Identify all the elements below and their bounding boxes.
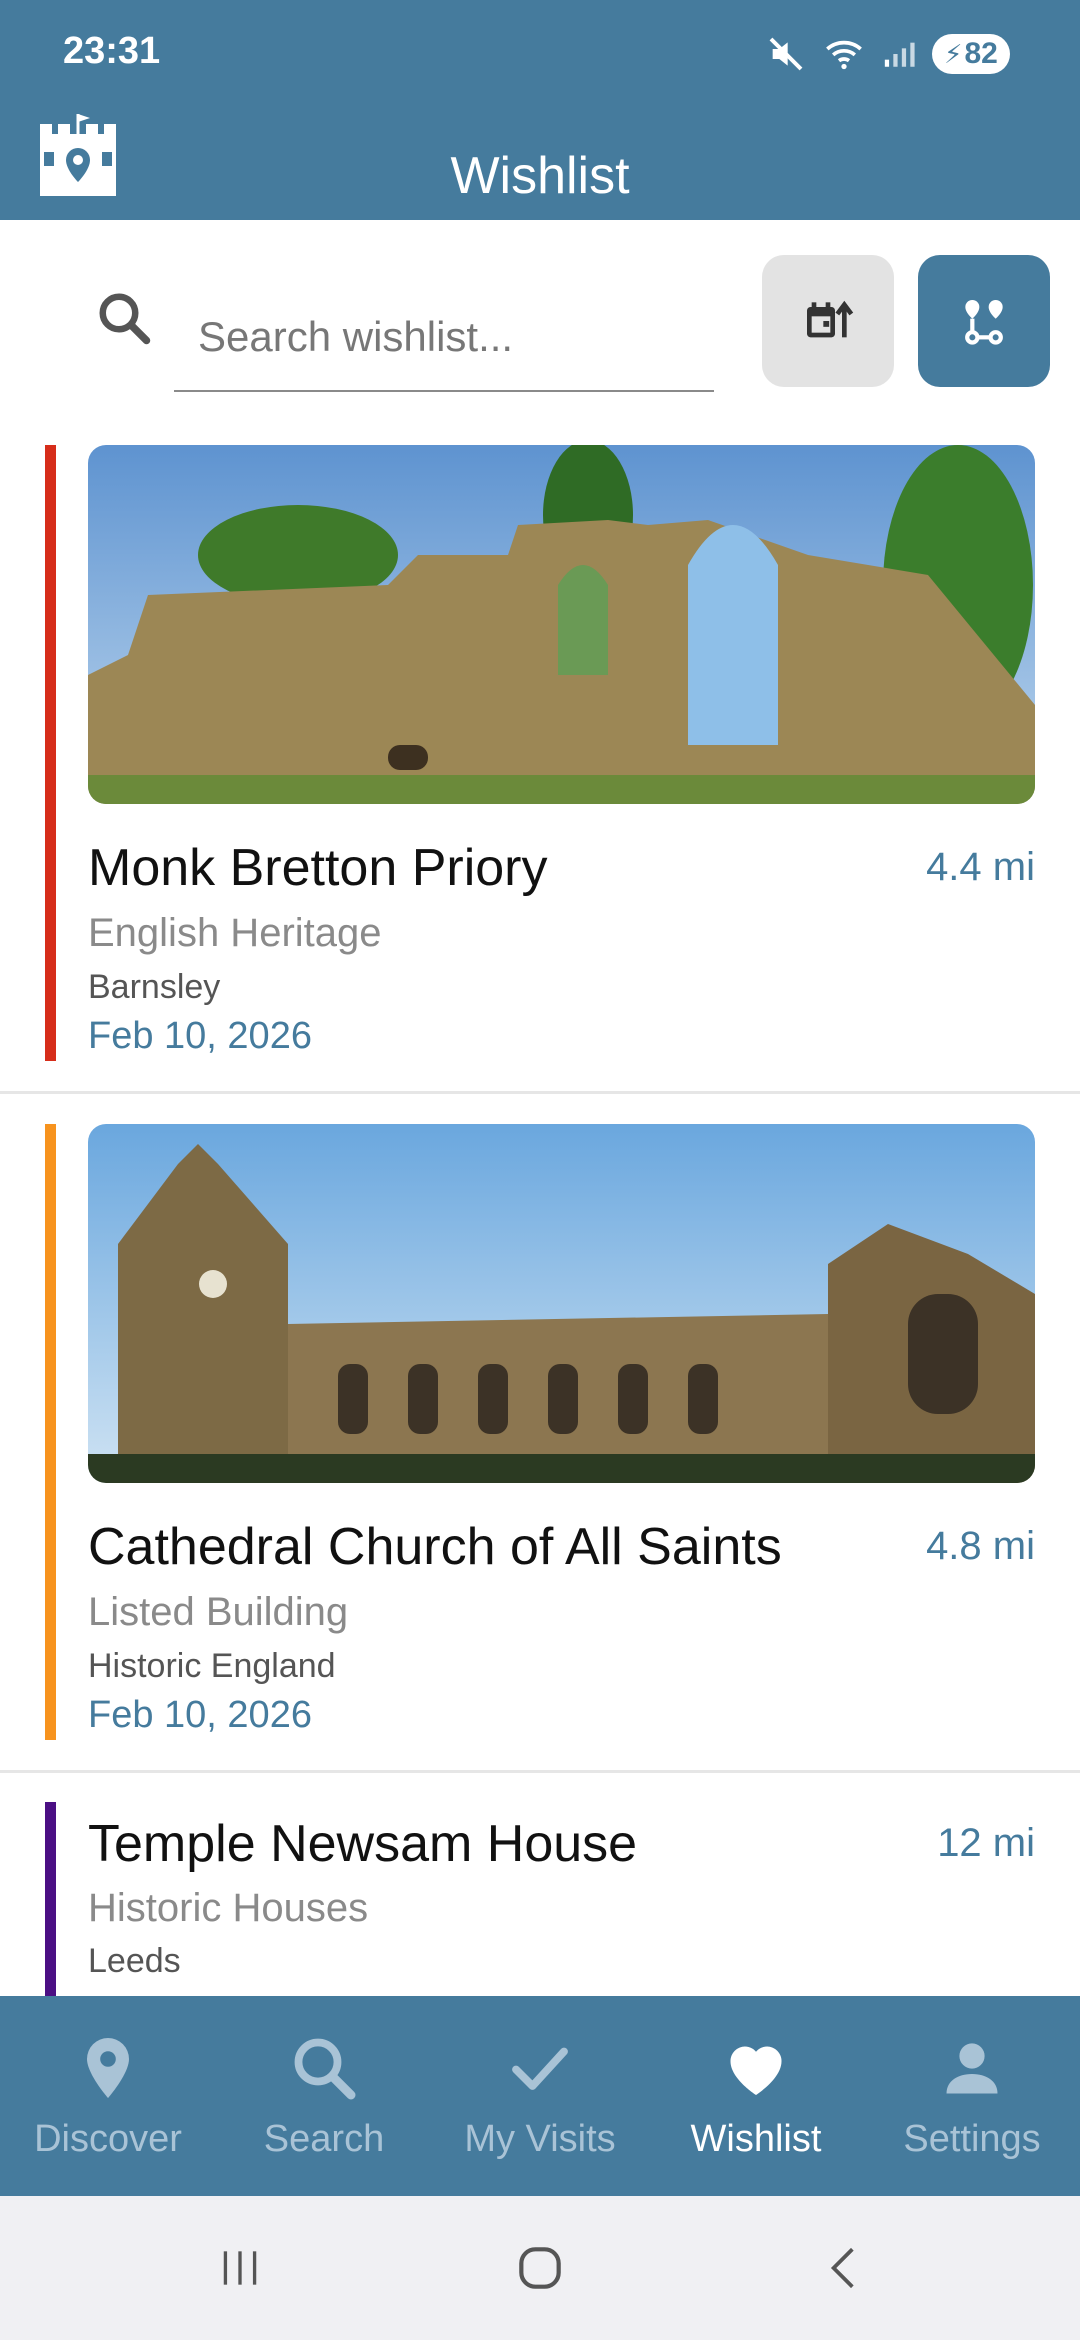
nav-label: Discover — [34, 2118, 182, 2160]
mute-icon — [769, 37, 803, 71]
site-name: Monk Bretton Priory — [88, 839, 548, 897]
wifi-icon — [826, 40, 862, 70]
saved-date: Feb 10, 2026 — [88, 1015, 312, 1057]
site-category: English Heritage — [88, 911, 382, 955]
wishlist-card[interactable]: Monk Bretton Priory 4.4 mi English Herit… — [0, 443, 1080, 1063]
search-input[interactable] — [174, 284, 714, 392]
person-icon — [946, 2043, 998, 2094]
recent-apps-icon — [223, 2251, 257, 2285]
page-title: Wishlist — [450, 147, 630, 205]
battery-indicator: ⚡ 82 — [932, 34, 1010, 74]
status-icons: ⚡ 82 — [766, 32, 1010, 76]
nav-wishlist[interactable]: Wishlist — [648, 1996, 864, 2196]
route-icon — [965, 300, 1003, 345]
wishlist-card[interactable]: Cathedral Church of All Saints 4.8 mi Li… — [0, 1122, 1080, 1742]
nav-label: Search — [263, 2118, 385, 2160]
charging-icon: ⚡ — [944, 38, 963, 69]
site-distance: 12 mi — [937, 1821, 1035, 1865]
app-header: 23:31 ⚡ 82 Wishlist — [0, 0, 1080, 220]
status-time: 23:31 — [63, 30, 161, 72]
home-icon — [519, 2247, 561, 2289]
calendar-sort-icon — [807, 300, 854, 338]
bottom-nav: Discover Search My Visits Wishlist Setti… — [0, 1996, 1080, 2196]
search-icon — [294, 2038, 356, 2100]
back-button[interactable] — [804, 2236, 884, 2300]
site-name: Temple Newsam House — [88, 1815, 638, 1873]
site-distance: 4.8 mi — [926, 1524, 1035, 1568]
site-photo — [88, 1124, 1035, 1483]
home-button[interactable] — [500, 2236, 580, 2300]
search-icon — [99, 293, 151, 345]
nav-label: My Visits — [464, 2118, 616, 2160]
site-name: Cathedral Church of All Saints — [88, 1518, 782, 1576]
nav-label: Settings — [903, 2118, 1041, 2160]
divider — [0, 1091, 1080, 1094]
route-planner-button[interactable] — [918, 255, 1050, 387]
nav-my-visits[interactable]: My Visits — [432, 1996, 648, 2196]
heart-icon — [730, 2046, 782, 2095]
nav-label: Wishlist — [690, 2118, 822, 2160]
system-nav-bar — [0, 2196, 1080, 2340]
wishlist-card[interactable]: Temple Newsam House 12 mi Historic House… — [0, 1802, 1080, 1996]
saved-date: Feb 10, 2026 — [88, 1694, 312, 1736]
back-icon — [830, 2247, 854, 2289]
site-location: Historic England — [88, 1647, 336, 1685]
category-accent-bar — [45, 1802, 56, 1996]
divider — [0, 1770, 1080, 1773]
site-location: Barnsley — [88, 968, 221, 1006]
category-accent-bar — [45, 445, 56, 1061]
nav-search[interactable]: Search — [216, 1996, 432, 2196]
site-category: Listed Building — [88, 1590, 349, 1634]
site-category: Historic Houses — [88, 1886, 369, 1930]
nav-settings[interactable]: Settings — [864, 1996, 1080, 2196]
site-location: Leeds — [88, 1942, 181, 1980]
signal-icon — [884, 42, 915, 67]
nav-discover[interactable]: Discover — [0, 1996, 216, 2196]
checkmark-icon — [512, 2047, 568, 2090]
site-distance: 4.4 mi — [926, 845, 1035, 889]
site-photo — [88, 445, 1035, 804]
category-accent-bar — [45, 1124, 56, 1740]
sort-by-date-button[interactable] — [762, 255, 894, 387]
recent-apps-button[interactable] — [200, 2236, 280, 2300]
map-pin-icon — [87, 2038, 129, 2098]
